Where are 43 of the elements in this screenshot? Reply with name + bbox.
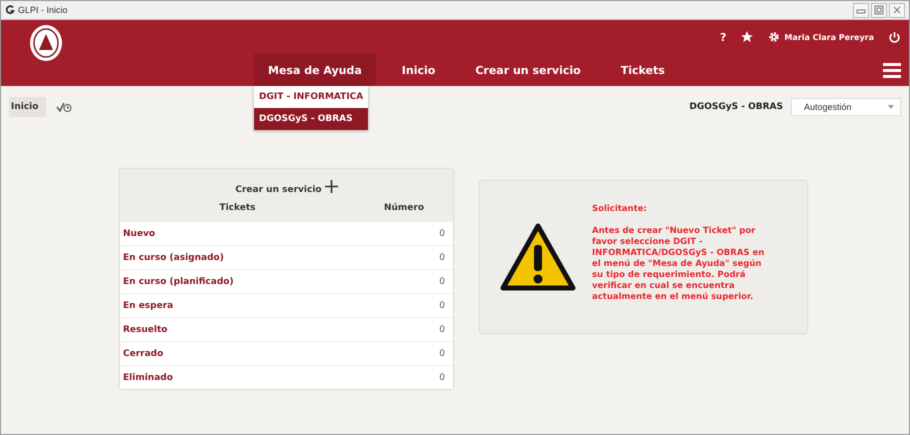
status-link[interactable]: Resuelto <box>123 324 168 334</box>
power-icon[interactable] <box>888 30 901 44</box>
gear-icon[interactable] <box>768 31 780 43</box>
nav-tab[interactable]: Crear un servicio <box>461 54 595 86</box>
count-cell: 0 <box>439 276 445 286</box>
column-header: Número <box>382 203 426 213</box>
nav-tab[interactable]: Tickets <box>606 54 679 86</box>
help-link[interactable]: ? <box>720 30 726 44</box>
check-clock-icon[interactable] <box>56 101 72 113</box>
count-cell: 0 <box>439 252 445 262</box>
status-link[interactable]: Eliminado <box>123 372 173 382</box>
menu-item[interactable]: DGOSGyS - OBRAS <box>254 108 368 130</box>
app-logo-icon <box>5 5 15 15</box>
status-link[interactable]: En curso (planificado) <box>123 276 234 286</box>
notice-text: Antes de crear "Nuevo Ticket" por favor seleccione DGIT - INFORMATICA/DGOSGyS - OBRAS en el menú de "Mesa de Ayuda" según su tipo de requerimiento. Podrá verificar en cual se encuentra actualmente en el menú superior. <box>592 226 766 302</box>
emblem-icon <box>29 24 63 62</box>
window-title: GLPI - Inicio <box>18 5 69 15</box>
count-cell: 0 <box>439 348 445 358</box>
status-link[interactable]: En curso (asignado) <box>123 252 224 262</box>
warning-icon <box>500 223 576 291</box>
count-cell: 0 <box>439 372 445 382</box>
star-icon[interactable] <box>740 30 754 44</box>
entity-label: DGOSGyS - OBRAS <box>689 102 783 112</box>
status-link[interactable]: En espera <box>123 300 174 310</box>
caret-icon <box>888 105 894 109</box>
nav-tab[interactable]: Mesa de Ayuda <box>254 54 376 86</box>
create-service-link[interactable]: Crear un servicio <box>235 185 322 195</box>
maximize-icon[interactable] <box>871 2 887 18</box>
profile-dropdown[interactable]: Autogestión <box>791 98 901 116</box>
nav-tab[interactable]: Inicio <box>388 54 450 86</box>
menu-item[interactable]: DGIT - INFORMATICA <box>254 86 368 108</box>
count-cell: 0 <box>439 300 445 310</box>
count-cell: 0 <box>439 228 445 238</box>
user-name-link[interactable]: Maria Clara Pereyra <box>784 32 874 42</box>
count-cell: 0 <box>439 324 445 334</box>
minimize-icon[interactable] <box>853 2 869 18</box>
column-header: Tickets <box>218 203 257 213</box>
breadcrumb-link[interactable]: Inicio <box>9 97 46 117</box>
plus-icon[interactable] <box>324 180 338 193</box>
close-icon[interactable] <box>889 2 905 18</box>
notice-heading: Solicitante: <box>592 204 648 214</box>
status-link[interactable]: Cerrado <box>123 348 164 358</box>
status-link[interactable]: Nuevo <box>123 228 156 238</box>
